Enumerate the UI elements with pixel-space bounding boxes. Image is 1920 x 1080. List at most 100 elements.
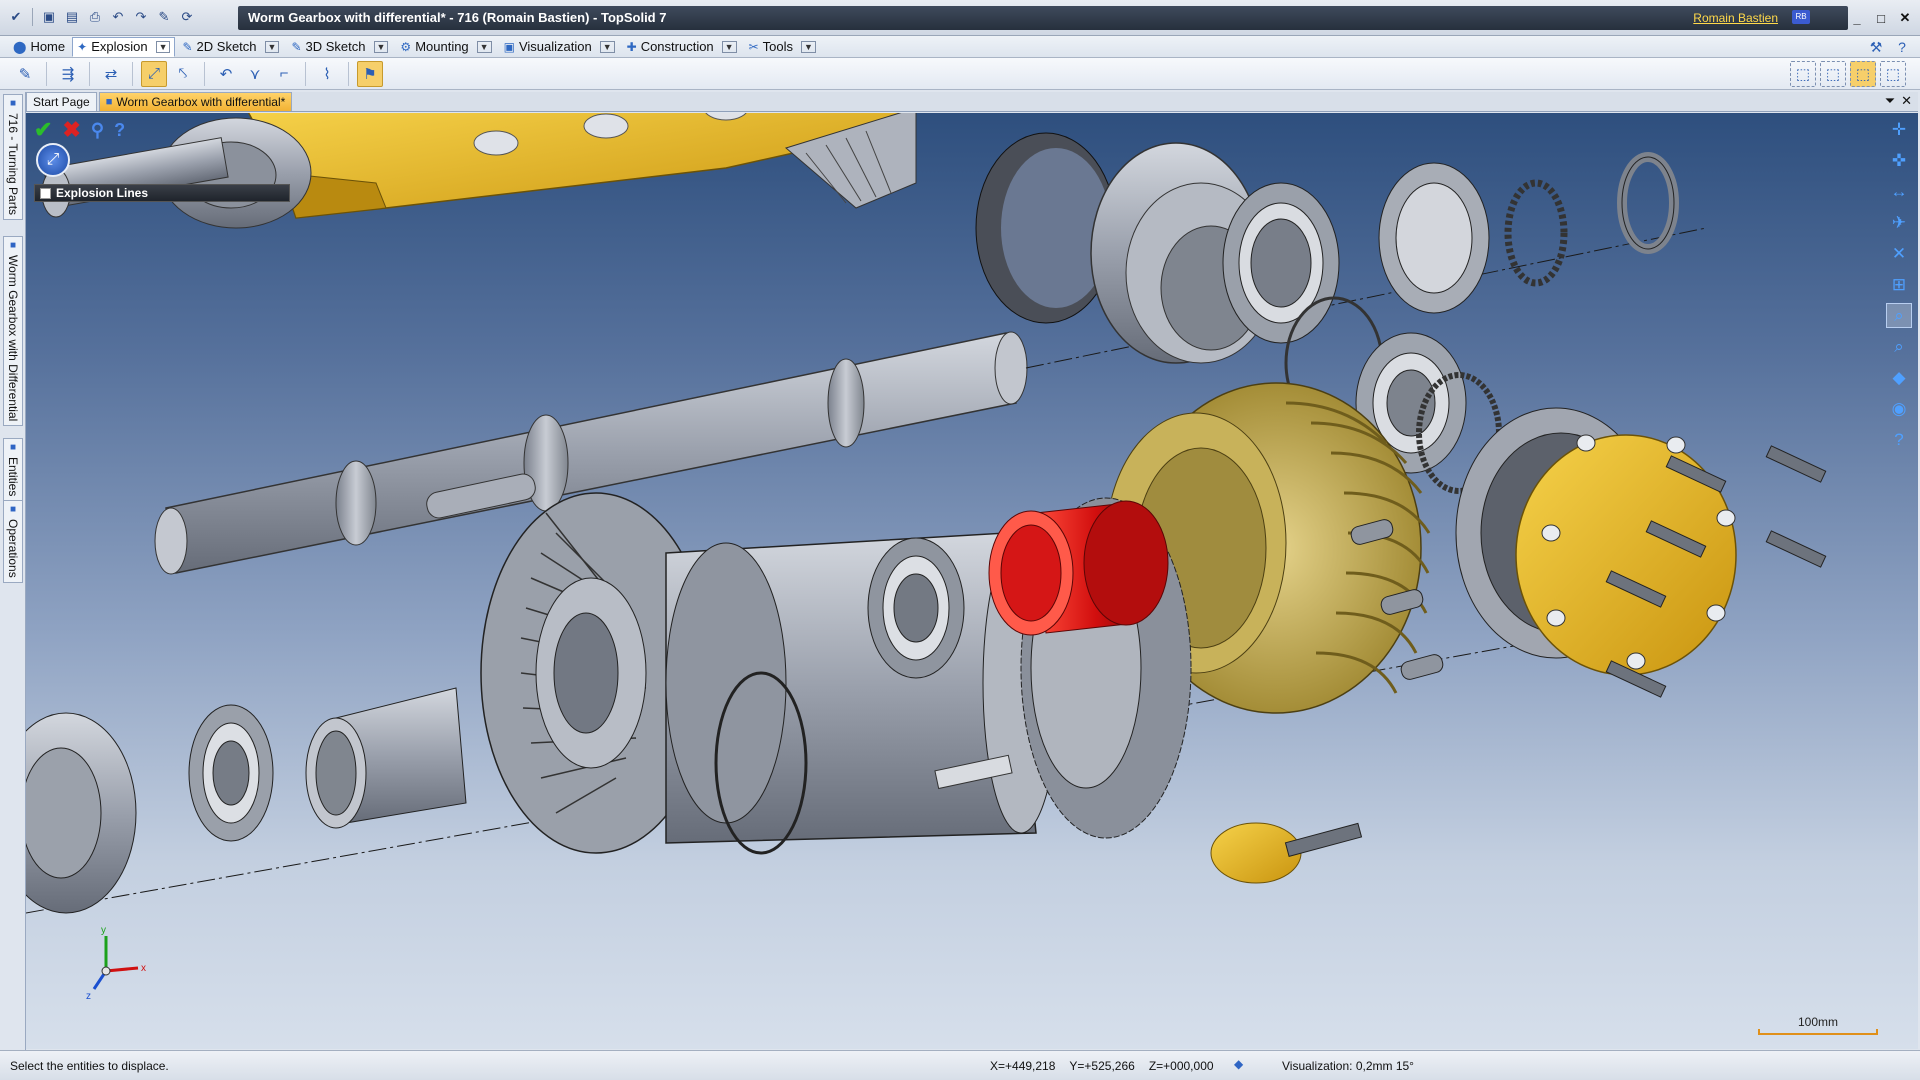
bearing-lower[interactable]: [188, 704, 274, 842]
explosion-mode-icon[interactable]: ⤢: [36, 143, 70, 177]
render-style-icon[interactable]: ◉: [1886, 396, 1912, 421]
animation-icon[interactable]: ⚑: [357, 60, 383, 87]
ok-icon[interactable]: ✔: [34, 117, 52, 143]
visualization-icon[interactable]: ◆: [1234, 1057, 1248, 1071]
sketch-2d-icon: ✎: [182, 39, 193, 54]
assembly-scene[interactable]: [26, 113, 1918, 1049]
explosion-step-icon[interactable]: ⇄: [98, 61, 124, 87]
tab-label: Explosion: [91, 39, 148, 54]
lock-washer[interactable]: [1504, 179, 1568, 287]
tab-mounting[interactable]: ⚙ Mounting ▼: [395, 37, 496, 57]
side-tab-turning-parts[interactable]: ■ 716 - Turning Parts: [3, 94, 23, 221]
home-icon: ⬤: [13, 39, 27, 54]
side-tab-operations[interactable]: ■ Operations: [3, 500, 23, 583]
tab-home[interactable]: ⬤ Home: [8, 37, 70, 57]
tab-label: Home: [30, 39, 66, 54]
whats-this-icon[interactable]: ?: [1886, 427, 1912, 452]
fly-icon[interactable]: ✈: [1886, 210, 1912, 235]
tab-explosion[interactable]: ✦ Explosion ▼: [72, 36, 176, 57]
tab-construction[interactable]: ✚ Construction ▼: [622, 37, 742, 57]
new-explosion-icon[interactable]: ✎: [12, 61, 38, 87]
frame-icon[interactable]: ⋎: [242, 61, 268, 87]
user-link[interactable]: Romain Bastien: [1693, 11, 1778, 25]
window-title: Worm Gearbox with differential* - 716 (R…: [248, 10, 667, 25]
explosion-line-icon[interactable]: ⌇: [314, 61, 340, 87]
print-icon[interactable]: ⎙: [85, 7, 105, 27]
dropdown-arrow-icon[interactable]: ▼: [599, 40, 615, 53]
close-document-icon[interactable]: ✕: [1901, 93, 1912, 109]
view-cube-icon[interactable]: ◆: [1886, 365, 1912, 390]
pin-icon[interactable]: ⚲: [91, 120, 104, 141]
redo-icon[interactable]: ↷: [131, 7, 151, 27]
orbit-view-icon[interactable]: ✜: [1886, 148, 1912, 173]
tab-2d-sketch[interactable]: ✎ 2D Sketch ▼: [177, 37, 284, 57]
yellow-part-bottom[interactable]: [1210, 822, 1363, 884]
rotate-entities-icon[interactable]: ⤣: [170, 61, 196, 87]
help-icon[interactable]: ?: [114, 120, 125, 141]
side-tab-document[interactable]: ■ Worm Gearbox with Differential: [3, 236, 23, 427]
save-all-icon[interactable]: ▤: [62, 7, 82, 27]
bearing-2[interactable]: [1378, 162, 1490, 314]
3d-viewport[interactable]: ✔ ✖ ⚲ ? ⤢ Explosion Lines ✛ ✜ ↔ ✈ ✕ ⊞ ⌕ …: [26, 113, 1918, 1049]
tab-visualization[interactable]: ▣ Visualization ▼: [499, 37, 620, 57]
quick-access-toolbar: ✔ ▣ ▤ ⎙ ↶ ↷ ✎ ⟳: [6, 7, 197, 27]
separator: [348, 61, 349, 86]
select-mode-icon[interactable]: ⬚: [1790, 61, 1816, 87]
help-icon[interactable]: ?: [1892, 38, 1912, 56]
dropdown-arrow-icon[interactable]: ▼: [264, 40, 280, 53]
coord-y: Y=+525,266: [1069, 1059, 1135, 1073]
section-icon[interactable]: ✕: [1886, 241, 1912, 266]
trajectory-icon[interactable]: ↶: [213, 61, 239, 87]
separator: [46, 61, 47, 86]
user-badge[interactable]: RB: [1792, 10, 1810, 24]
visualization-status: Visualization: 0,2mm 15°: [1282, 1059, 1414, 1073]
maximize-button[interactable]: □: [1870, 9, 1892, 27]
minimize-button[interactable]: _: [1846, 9, 1868, 27]
tab-list-icon[interactable]: ⏷: [1885, 93, 1895, 109]
command-toolbar: ✎ ⇶ ⇄ ⤢ ⤣ ↶ ⋎ ⌐ ⌇ ⚑ ⬚ ⬚ ⬚ ⬚: [0, 58, 1920, 90]
split-view-icon[interactable]: ⊞: [1886, 272, 1912, 297]
zoom-icon[interactable]: ⌕: [1886, 334, 1912, 359]
refresh-icon[interactable]: ⟳: [177, 7, 197, 27]
dropdown-arrow-icon[interactable]: ▼: [373, 40, 389, 53]
housing-part[interactable]: [41, 113, 916, 229]
path-icon[interactable]: ⌐: [271, 61, 297, 87]
undo-icon[interactable]: ↶: [108, 7, 128, 27]
select-parts-icon[interactable]: ⬚: [1820, 61, 1846, 87]
dropdown-arrow-icon[interactable]: ▼: [801, 40, 816, 53]
dropdown-arrow-icon[interactable]: ▼: [155, 40, 171, 53]
selected-sleeve[interactable]: [988, 500, 1169, 636]
select-assemblies-icon[interactable]: ⬚: [1850, 61, 1876, 87]
bearing-middle[interactable]: [867, 537, 965, 679]
close-button[interactable]: ✕: [1894, 9, 1916, 27]
app-icon[interactable]: ✔: [6, 7, 26, 27]
document-icon: ■: [9, 240, 17, 251]
side-tab-label: 716 - Turning Parts: [6, 113, 20, 216]
pen-icon[interactable]: ✎: [154, 7, 174, 27]
side-tab-entities[interactable]: ■ Entities: [3, 438, 23, 502]
tab-start-page[interactable]: Start Page: [26, 92, 97, 111]
move-view-icon[interactable]: ✛: [1886, 117, 1912, 142]
tab-tools[interactable]: ✂ Tools ▼: [744, 37, 821, 57]
dropdown-arrow-icon[interactable]: ▼: [476, 40, 492, 53]
spacer-sleeve[interactable]: [305, 687, 467, 829]
select-all-icon[interactable]: ⬚: [1880, 61, 1906, 87]
explode-assembly-icon[interactable]: ⇶: [55, 61, 81, 87]
axis-x-label: x: [141, 963, 146, 974]
tab-3d-sketch[interactable]: ✎ 3D Sketch ▼: [286, 37, 393, 57]
options-icon[interactable]: ⚒: [1866, 38, 1886, 56]
bearing-1[interactable]: [1222, 182, 1340, 344]
zoom-window-icon[interactable]: ⌕: [1886, 303, 1912, 328]
displace-entities-icon[interactable]: ⤢: [141, 60, 167, 87]
explosion-lines-checkbox[interactable]: [40, 187, 51, 199]
save-icon[interactable]: ▣: [39, 7, 59, 27]
scale-bar-line: [1758, 1029, 1878, 1035]
lock-nut[interactable]: [1617, 152, 1679, 254]
pan-icon[interactable]: ↔: [1886, 179, 1912, 204]
cancel-icon[interactable]: ✖: [62, 117, 80, 143]
end-cap-lower[interactable]: [26, 712, 137, 914]
tab-worm-gearbox[interactable]: ■ Worm Gearbox with differential*: [98, 92, 293, 111]
dropdown-arrow-icon[interactable]: ▼: [721, 40, 737, 53]
tab-label: Tools: [762, 39, 794, 54]
explosion-lines-option[interactable]: Explosion Lines: [34, 184, 290, 202]
